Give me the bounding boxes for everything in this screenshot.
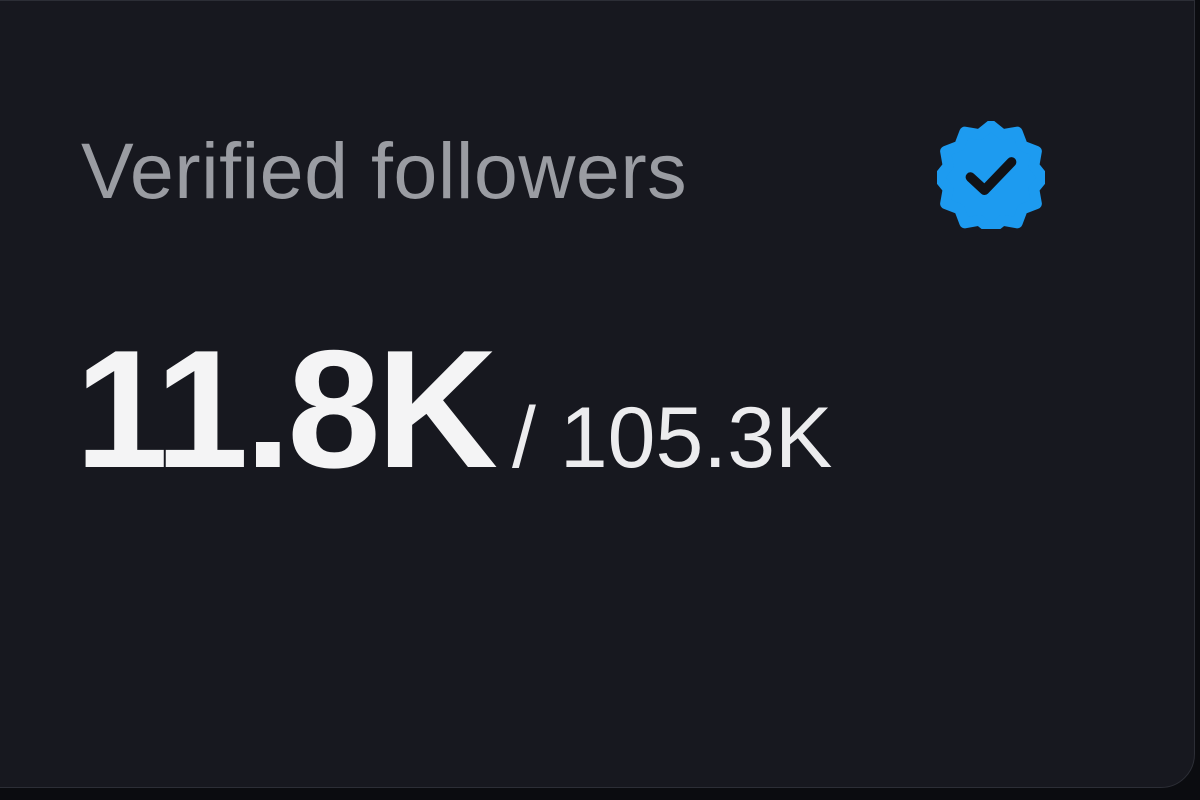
card-title: Verified followers [81,126,688,215]
total-follower-count: / 105.3K [512,390,833,486]
verified-badge-icon [937,121,1045,229]
verified-followers-card: Verified followers 11.8K/ 105.3K [0,0,1195,788]
follower-stat-row: 11.8K/ 105.3K [75,319,832,499]
verified-follower-count: 11.8K [75,315,498,503]
